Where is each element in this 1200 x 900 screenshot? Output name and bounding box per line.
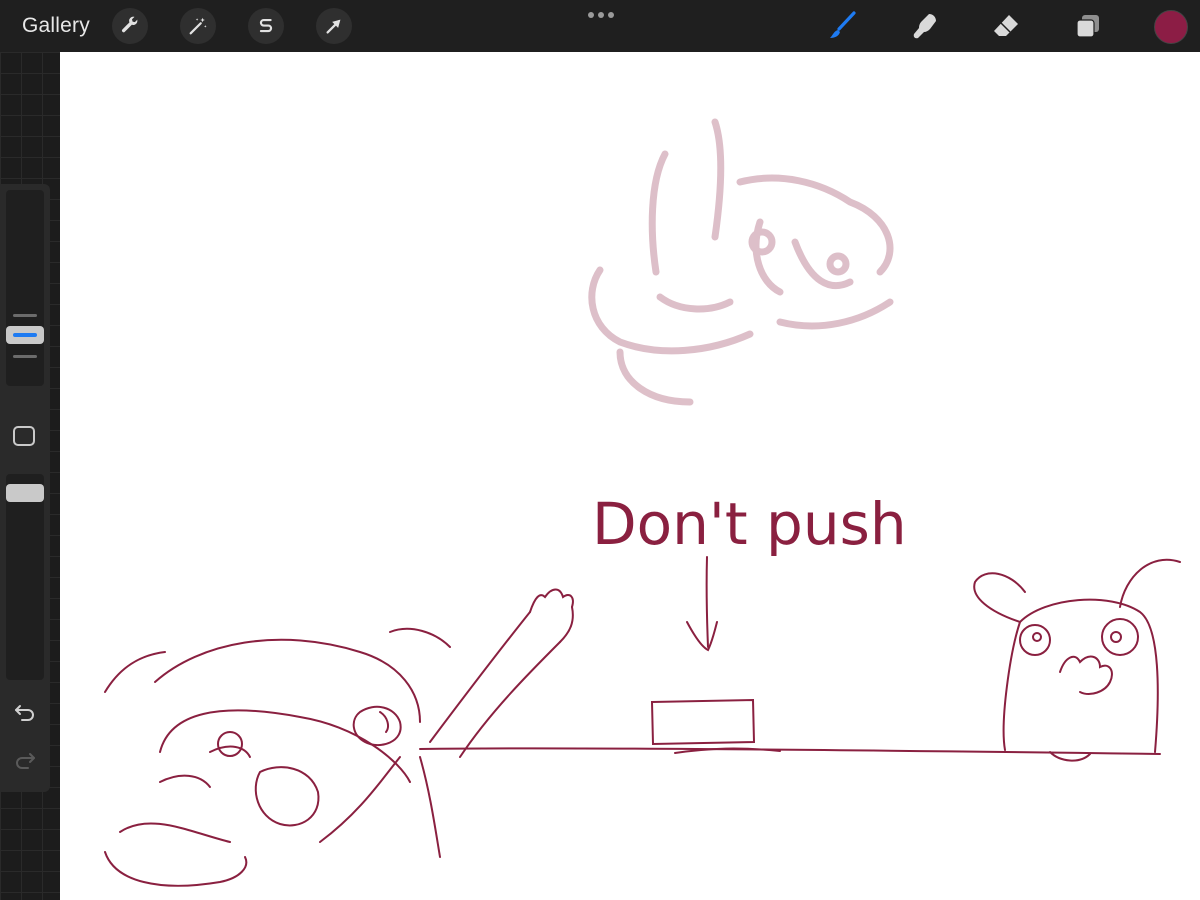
slider-tick [13, 355, 37, 358]
eraser-tool-button[interactable] [988, 8, 1024, 44]
left-char-head [154, 638, 421, 723]
selection-s-icon [259, 18, 273, 33]
brush-icon [830, 11, 856, 38]
right-char-body [1002, 598, 1159, 753]
transform-arrow-icon [326, 19, 341, 34]
opacity-slider[interactable] [6, 474, 44, 680]
transform-button[interactable] [316, 8, 352, 44]
left-sidebar [0, 184, 50, 792]
arrow-head [686, 621, 718, 652]
smudge-icon [913, 14, 936, 39]
sketch-layer [104, 118, 1181, 887]
actions-wrench-button[interactable] [112, 8, 148, 44]
faint-sketch [588, 118, 894, 406]
more-options-icon[interactable] [587, 11, 615, 19]
selection-button[interactable] [248, 8, 284, 44]
eraser-icon [994, 15, 1018, 36]
ground-line [419, 747, 1161, 755]
color-picker-swatch[interactable] [1154, 10, 1188, 44]
active-tick [13, 333, 37, 337]
drawing-canvas[interactable]: Don't push [60, 52, 1200, 900]
gallery-button[interactable]: Gallery [22, 14, 90, 38]
smudge-tool-button[interactable] [906, 8, 942, 44]
slider-tick [13, 314, 37, 317]
brush-tool-button[interactable] [824, 8, 860, 44]
main-sketch [104, 556, 1181, 887]
layers-icon [1076, 15, 1099, 38]
layers-button[interactable] [1070, 8, 1106, 44]
redo-icon[interactable] [13, 748, 37, 772]
button-box [650, 698, 756, 746]
wrench-icon [121, 16, 138, 33]
arrow-shaft [705, 556, 709, 648]
modify-button[interactable] [13, 426, 35, 446]
undo-icon[interactable] [13, 700, 37, 724]
handwritten-text: Don't push [592, 490, 907, 558]
adjustments-wand-button[interactable] [180, 8, 216, 44]
brush-size-handle[interactable] [6, 326, 44, 344]
magic-wand-icon [189, 17, 207, 35]
top-toolbar: Gallery [0, 0, 1200, 52]
opacity-handle[interactable] [6, 484, 44, 502]
